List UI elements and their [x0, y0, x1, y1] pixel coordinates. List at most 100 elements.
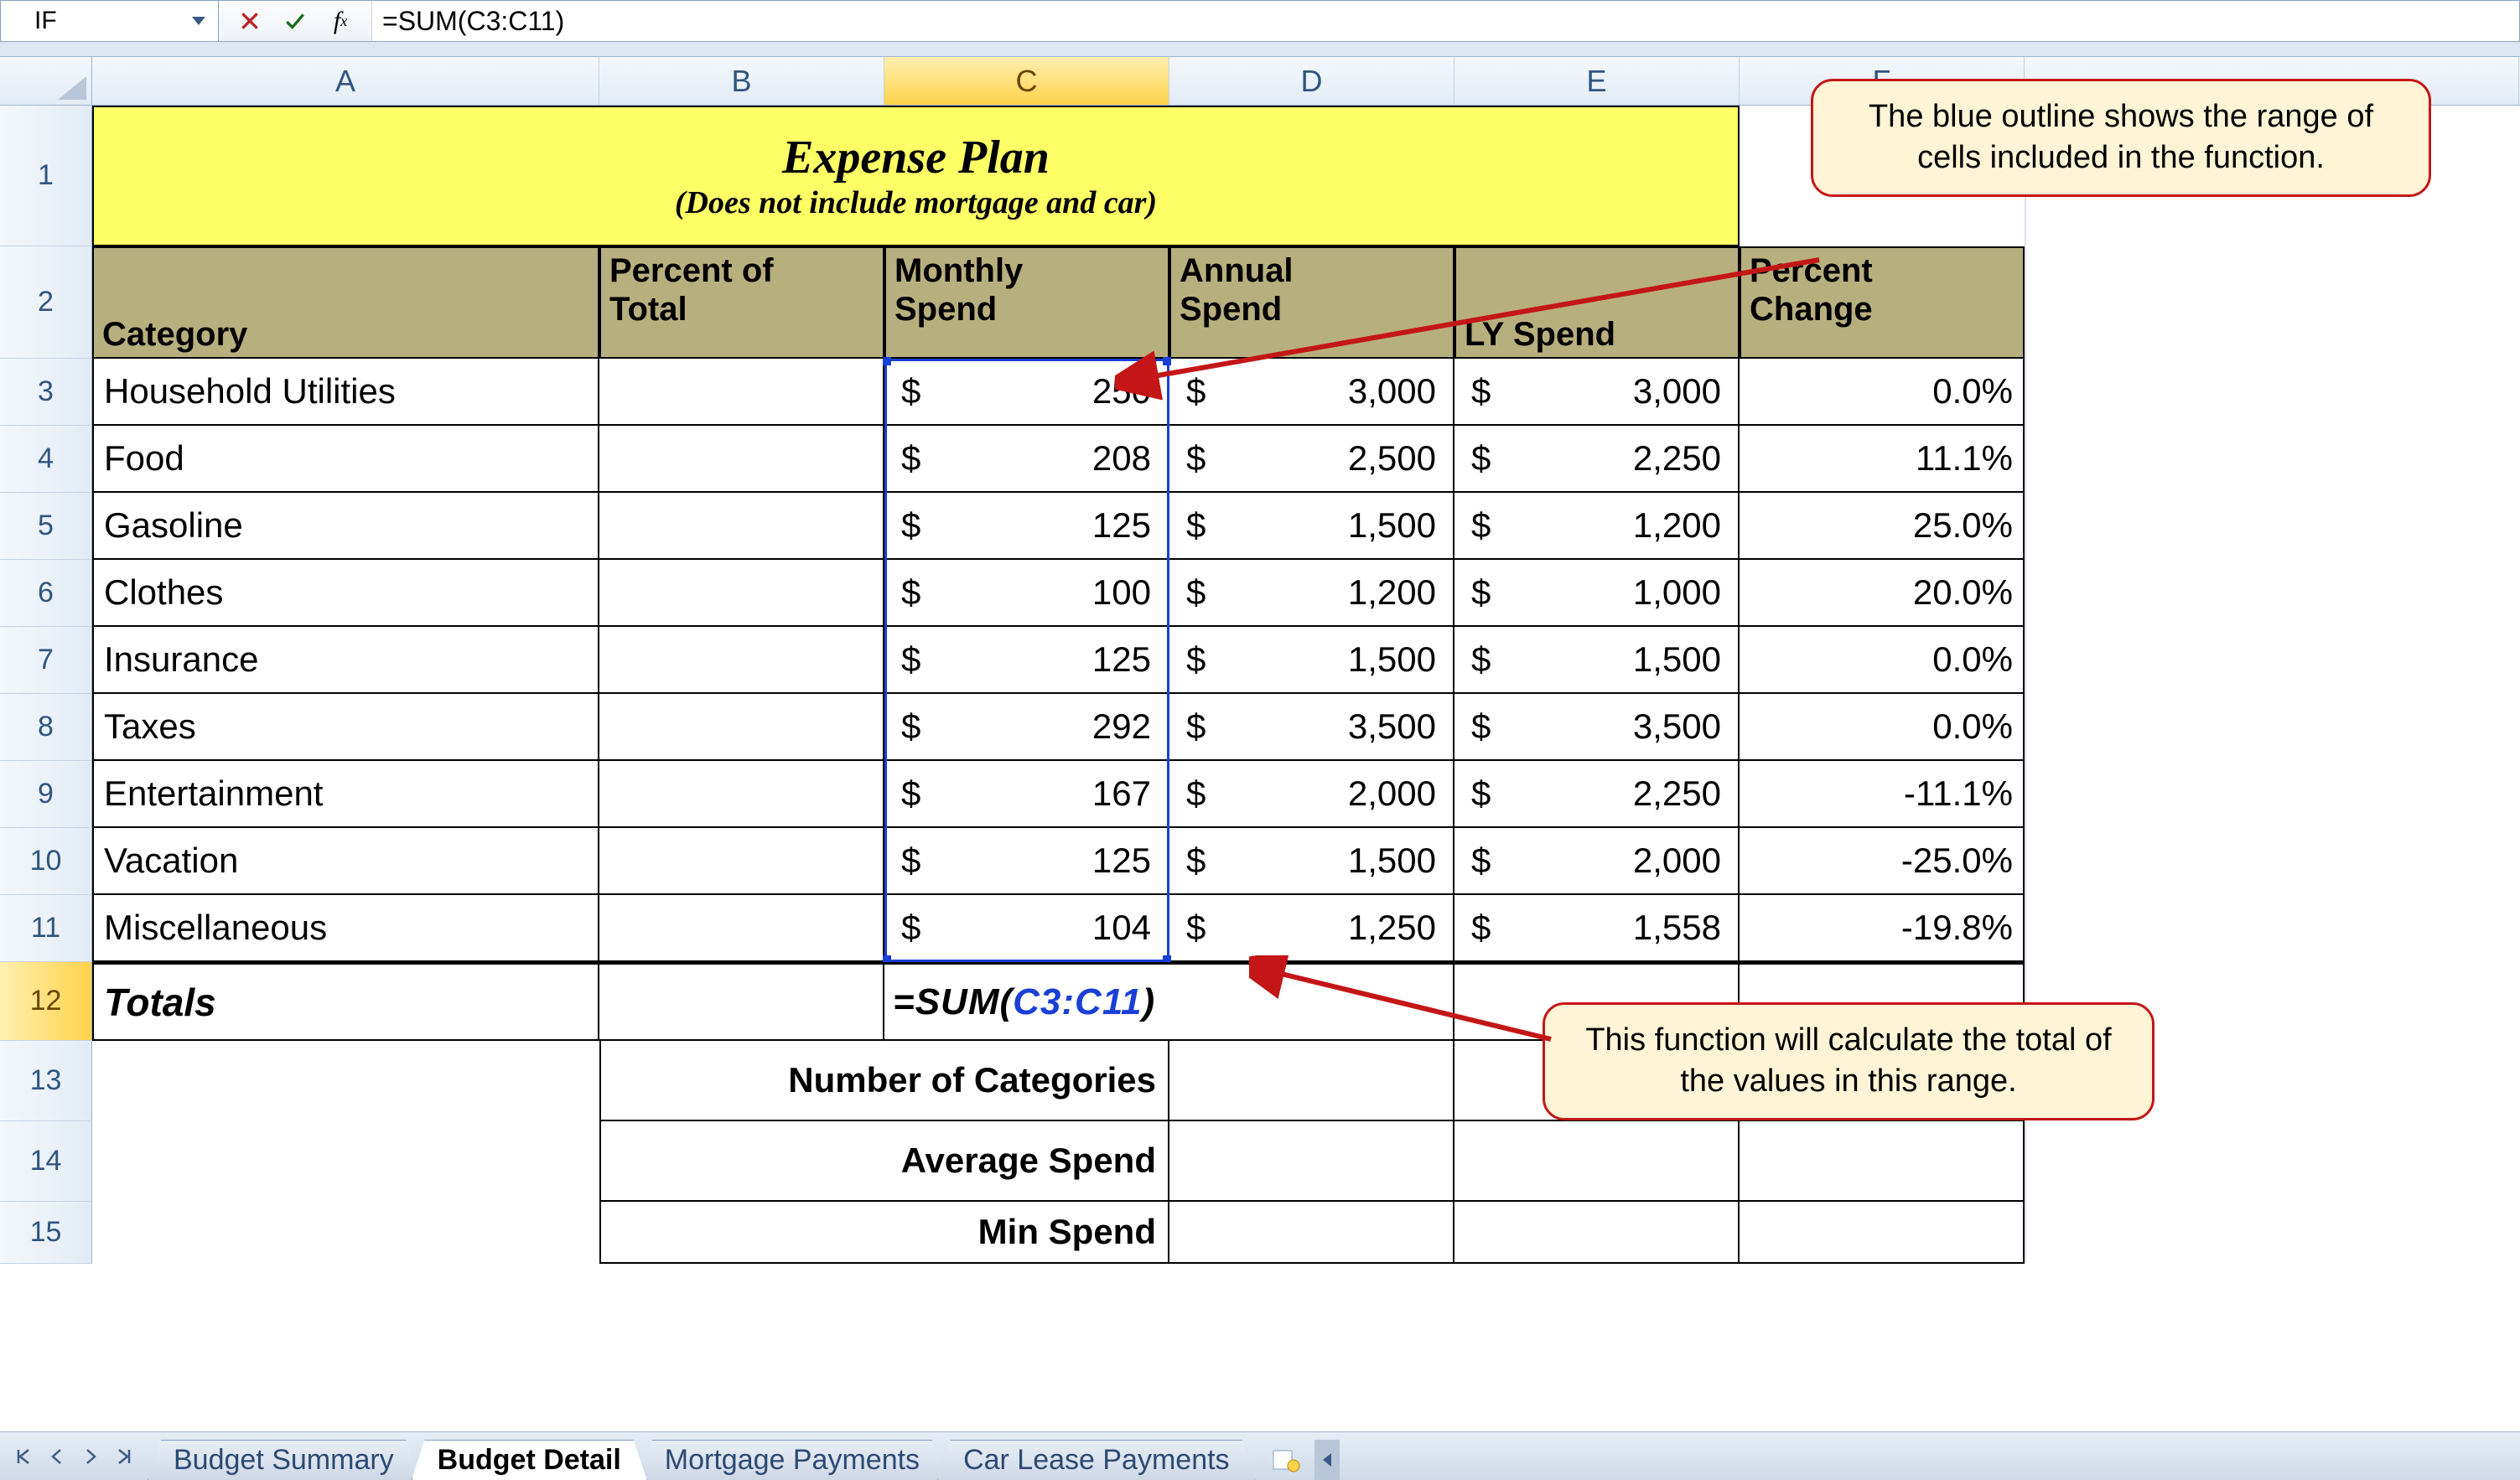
cell-D7[interactable]: $1,500 — [1169, 627, 1454, 694]
cell-A9[interactable]: Entertainment — [92, 761, 599, 828]
row-header-7[interactable]: 7 — [0, 627, 92, 694]
col-header-A[interactable]: A — [92, 57, 599, 105]
row-header-12[interactable]: 12 — [0, 962, 92, 1041]
cell-F11[interactable]: -19.8% — [1740, 895, 2025, 962]
cell-F4[interactable]: 11.1% — [1740, 426, 2025, 493]
cell-F15[interactable] — [1740, 1202, 2025, 1264]
row-header-8[interactable]: 8 — [0, 694, 92, 761]
cell-F9[interactable]: -11.1% — [1740, 761, 2025, 828]
insert-function-icon[interactable]: fx — [328, 8, 353, 34]
cell-B3[interactable] — [599, 359, 884, 426]
cell-E9[interactable]: $2,250 — [1454, 761, 1740, 828]
row-header-11[interactable]: 11 — [0, 895, 92, 962]
first-sheet-icon[interactable] — [8, 1441, 39, 1472]
cell-F3[interactable]: 0.0% — [1740, 359, 2025, 426]
cell-E11[interactable]: $1,558 — [1454, 895, 1740, 962]
cell-E4[interactable]: $2,250 — [1454, 426, 1740, 493]
cell-C9[interactable]: $167 — [884, 761, 1169, 828]
enter-icon[interactable] — [283, 8, 308, 34]
cell-B12[interactable] — [599, 962, 884, 1041]
row-header-3[interactable]: 3 — [0, 359, 92, 426]
tab-budget-detail[interactable]: Budget Detail — [412, 1440, 647, 1480]
cell-C5[interactable]: $125 — [884, 493, 1169, 560]
cell-A7[interactable]: Insurance — [92, 627, 599, 694]
cell-D15[interactable] — [1169, 1202, 1454, 1264]
header-monthly-spend[interactable]: MonthlySpend — [884, 246, 1169, 359]
next-sheet-icon[interactable] — [75, 1441, 106, 1472]
row-header-1[interactable]: 1 — [0, 106, 92, 246]
name-box-dropdown-icon[interactable] — [184, 7, 213, 35]
cell-D10[interactable]: $1,500 — [1169, 828, 1454, 895]
cell-B8[interactable] — [599, 694, 884, 761]
cell-A11[interactable]: Miscellaneous — [92, 895, 599, 962]
row-header-15[interactable]: 15 — [0, 1202, 92, 1264]
cell-A12-totals[interactable]: Totals — [92, 962, 599, 1041]
cell-F5[interactable]: 25.0% — [1740, 493, 2025, 560]
header-category[interactable]: Category — [92, 246, 599, 359]
tab-budget-summary[interactable]: Budget Summary — [148, 1440, 420, 1480]
cell-C3[interactable]: $250 — [884, 359, 1169, 426]
tab-car-lease-payments[interactable]: Car Lease Payments — [937, 1440, 1256, 1480]
formula-input[interactable]: =SUM(C3:C11) — [372, 1, 2519, 41]
cell-F7[interactable]: 0.0% — [1740, 627, 2025, 694]
cell-E3[interactable]: $3,000 — [1454, 359, 1740, 426]
cell-B7[interactable] — [599, 627, 884, 694]
cell-E5[interactable]: $1,200 — [1454, 493, 1740, 560]
cell-A5[interactable]: Gasoline — [92, 493, 599, 560]
cell-E7[interactable]: $1,500 — [1454, 627, 1740, 694]
header-percent-total[interactable]: Percent ofTotal — [599, 246, 884, 359]
header-ly-spend[interactable]: LY Spend — [1454, 246, 1740, 359]
cell-E15[interactable] — [1454, 1202, 1740, 1264]
header-annual-spend[interactable]: AnnualSpend — [1169, 246, 1454, 359]
cell-F14[interactable] — [1740, 1121, 2025, 1202]
row-header-9[interactable]: 9 — [0, 761, 92, 828]
col-header-C[interactable]: C — [884, 57, 1169, 105]
cancel-icon[interactable] — [237, 8, 262, 34]
cell-C12-formula[interactable]: =SUM(C3:C11) — [884, 962, 1454, 1041]
cell-B11[interactable] — [599, 895, 884, 962]
cell-E10[interactable]: $2,000 — [1454, 828, 1740, 895]
row-header-2[interactable]: 2 — [0, 246, 92, 359]
col-header-E[interactable]: E — [1454, 57, 1740, 105]
cell-D8[interactable]: $3,500 — [1169, 694, 1454, 761]
row-header-4[interactable]: 4 — [0, 426, 92, 493]
cell-D6[interactable]: $1,200 — [1169, 560, 1454, 627]
cell-F10[interactable]: -25.0% — [1740, 828, 2025, 895]
cell-D9[interactable]: $2,000 — [1169, 761, 1454, 828]
name-box[interactable]: IF — [1, 1, 219, 41]
cell-E6[interactable]: $1,000 — [1454, 560, 1740, 627]
cell-E8[interactable]: $3,500 — [1454, 694, 1740, 761]
label-number-of-categories[interactable]: Number of Categories — [599, 1041, 1169, 1121]
title-merged-cell[interactable]: Expense Plan (Does not include mortgage … — [92, 106, 1740, 246]
col-header-D[interactable]: D — [1169, 57, 1454, 105]
cell-A6[interactable]: Clothes — [92, 560, 599, 627]
cell-C7[interactable]: $125 — [884, 627, 1169, 694]
cell-A8[interactable]: Taxes — [92, 694, 599, 761]
row-header-5[interactable]: 5 — [0, 493, 92, 560]
new-sheet-icon[interactable] — [1264, 1440, 1308, 1480]
cell-D3[interactable]: $3,000 — [1169, 359, 1454, 426]
cell-B4[interactable] — [599, 426, 884, 493]
cell-F6[interactable]: 20.0% — [1740, 560, 2025, 627]
cell-C6[interactable]: $100 — [884, 560, 1169, 627]
label-average-spend[interactable]: Average Spend — [599, 1121, 1169, 1202]
cell-B5[interactable] — [599, 493, 884, 560]
select-all-corner[interactable] — [0, 57, 92, 105]
label-min-spend[interactable]: Min Spend — [599, 1202, 1169, 1264]
cell-B9[interactable] — [599, 761, 884, 828]
cell-A3[interactable]: Household Utilities — [92, 359, 599, 426]
row-header-13[interactable]: 13 — [0, 1041, 92, 1121]
cell-F8[interactable]: 0.0% — [1740, 694, 2025, 761]
row-header-10[interactable]: 10 — [0, 828, 92, 895]
cell-B10[interactable] — [599, 828, 884, 895]
cell-A4[interactable]: Food — [92, 426, 599, 493]
cell-D13[interactable] — [1169, 1041, 1454, 1121]
tab-mortgage-payments[interactable]: Mortgage Payments — [639, 1440, 946, 1480]
cell-E14[interactable] — [1454, 1121, 1740, 1202]
cell-C11[interactable]: $104 — [884, 895, 1169, 962]
cell-D5[interactable]: $1,500 — [1169, 493, 1454, 560]
cell-D4[interactable]: $2,500 — [1169, 426, 1454, 493]
last-sheet-icon[interactable] — [109, 1441, 139, 1472]
cell-A10[interactable]: Vacation — [92, 828, 599, 895]
cell-D11[interactable]: $1,250 — [1169, 895, 1454, 962]
